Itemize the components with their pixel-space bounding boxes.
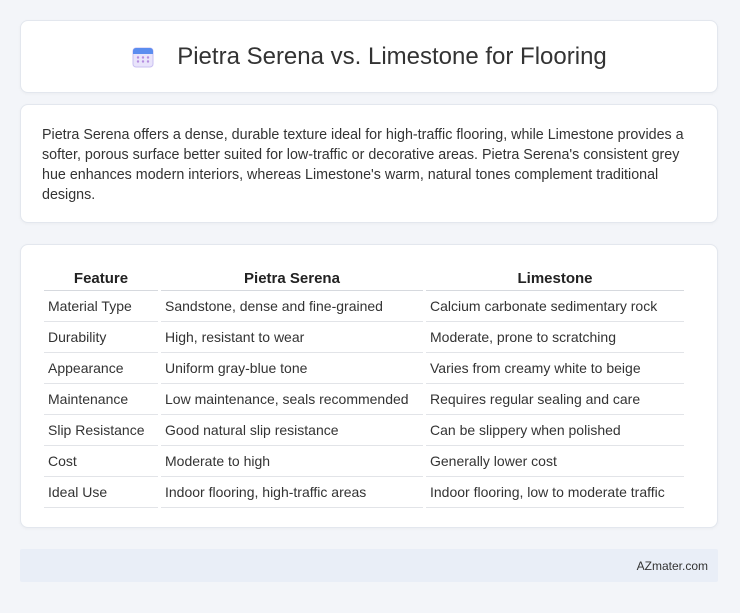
limestone-cell: Indoor flooring, low to moderate traffic <box>426 477 684 508</box>
feature-cell: Durability <box>44 322 158 353</box>
page-title: Pietra Serena vs. Limestone for Flooring <box>131 43 607 71</box>
limestone-cell: Varies from creamy white to beige <box>426 353 684 384</box>
pietra-serena-cell: Uniform gray-blue tone <box>161 353 423 384</box>
header-feature: Feature <box>44 266 158 291</box>
table-row: Appearance Uniform gray-blue tone Varies… <box>44 353 684 384</box>
pietra-serena-cell: Moderate to high <box>161 446 423 477</box>
comparison-card: Feature Pietra Serena Limestone Material… <box>20 244 718 528</box>
header-limestone: Limestone <box>426 266 684 291</box>
pietra-serena-cell: Low maintenance, seals recommended <box>161 384 423 415</box>
feature-cell: Maintenance <box>44 384 158 415</box>
limestone-cell: Moderate, prone to scratching <box>426 322 684 353</box>
pietra-serena-cell: Sandstone, dense and fine-grained <box>161 291 423 322</box>
pietra-serena-cell: Good natural slip resistance <box>161 415 423 446</box>
limestone-cell: Requires regular sealing and care <box>426 384 684 415</box>
limestone-cell: Calcium carbonate sedimentary rock <box>426 291 684 322</box>
intro-card: Pietra Serena offers a dense, durable te… <box>20 104 718 223</box>
table-row: Durability High, resistant to wear Moder… <box>44 322 684 353</box>
footer-site-link[interactable]: AZmater.com <box>637 559 708 573</box>
feature-cell: Slip Resistance <box>44 415 158 446</box>
header-pietra-serena: Pietra Serena <box>161 266 423 291</box>
page-title-text: Pietra Serena vs. Limestone for Flooring <box>177 42 607 70</box>
feature-cell: Ideal Use <box>44 477 158 508</box>
footer-bar: AZmater.com <box>20 549 718 582</box>
table-row: Slip Resistance Good natural slip resist… <box>44 415 684 446</box>
table-row: Maintenance Low maintenance, seals recom… <box>44 384 684 415</box>
feature-cell: Appearance <box>44 353 158 384</box>
table-row: Ideal Use Indoor flooring, high-traffic … <box>44 477 684 508</box>
limestone-cell: Can be slippery when polished <box>426 415 684 446</box>
intro-paragraph: Pietra Serena offers a dense, durable te… <box>42 127 684 203</box>
feature-cell: Cost <box>44 446 158 477</box>
table-row: Material Type Sandstone, dense and fine-… <box>44 291 684 322</box>
calendar-icon <box>131 45 155 69</box>
pietra-serena-cell: Indoor flooring, high-traffic areas <box>161 477 423 508</box>
limestone-cell: Generally lower cost <box>426 446 684 477</box>
feature-cell: Material Type <box>44 291 158 322</box>
table-row: Cost Moderate to high Generally lower co… <box>44 446 684 477</box>
pietra-serena-cell: High, resistant to wear <box>161 322 423 353</box>
comparison-table: Feature Pietra Serena Limestone Material… <box>41 266 687 508</box>
table-header-row: Feature Pietra Serena Limestone <box>44 266 684 291</box>
title-card: Pietra Serena vs. Limestone for Flooring <box>20 20 718 93</box>
